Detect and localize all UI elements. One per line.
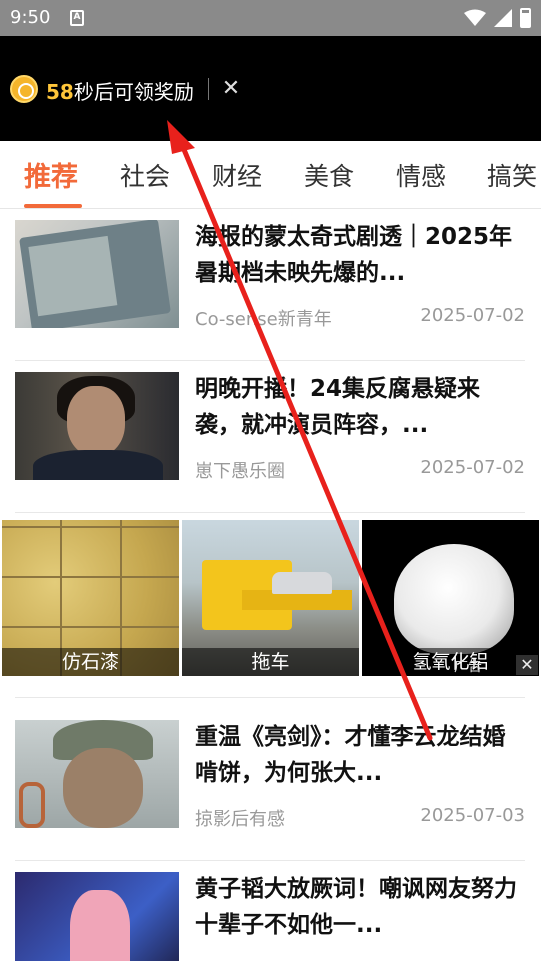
- category-tabs: 推荐 社会 财经 美食 情感 搞笑: [0, 141, 541, 209]
- article-title: 海报的蒙太奇式剧透｜2025年暑期档未映先爆的...: [195, 224, 513, 286]
- tab-recommend[interactable]: 推荐: [24, 155, 78, 194]
- close-icon[interactable]: ✕: [219, 77, 243, 101]
- notification-icon: A: [70, 10, 84, 26]
- article-title: 明晚开播！24集反腐悬疑来袭，就冲演员阵容，...: [195, 376, 481, 438]
- ad-caption: 仿石漆: [2, 648, 179, 676]
- reward-label: 秒后可领奖励: [73, 80, 194, 104]
- reward-seconds: 58: [46, 80, 74, 104]
- article-date: 2025-07-02: [420, 305, 525, 326]
- signal-icon: [494, 9, 512, 27]
- list-item[interactable]: 重温《亮剑》：才懂李云龙结婚啃饼，为何张大... 掠影后有感 2025-07-0…: [0, 709, 541, 861]
- wifi-icon: [464, 9, 486, 26]
- article-source: 崽下愚乐圈: [195, 461, 285, 482]
- ad-caption: 拖车: [182, 648, 359, 676]
- reward-countdown-text: 58秒后可领奖励: [46, 76, 194, 105]
- coin-icon: [10, 75, 38, 103]
- list-item[interactable]: 黄子韬大放厥词！嘲讽网友努力十辈子不如他一...: [0, 861, 541, 961]
- list-item[interactable]: 海报的蒙太奇式剧透｜2025年暑期档未映先爆的... Co-sense新青年 2…: [0, 209, 541, 361]
- article-source: 掠影后有感: [195, 809, 285, 830]
- status-bar: 9:50 A: [0, 0, 541, 36]
- tab-emotion[interactable]: 情感: [396, 157, 446, 193]
- ad-banner[interactable]: 仿石漆 拖车 氢氧化铝: [0, 518, 541, 678]
- tab-funny[interactable]: 搞笑: [487, 157, 537, 193]
- article-source: Co-sense新青年: [195, 309, 332, 330]
- ad-label: 广告: [454, 659, 482, 675]
- divider: [15, 512, 525, 513]
- article-title: 重温《亮剑》：才懂李云龙结婚啃饼，为何张大...: [195, 724, 506, 786]
- divider: [15, 697, 525, 698]
- battery-icon: [520, 8, 531, 28]
- ad-close-icon[interactable]: ✕: [516, 655, 538, 675]
- article-thumbnail: [15, 372, 179, 480]
- ad-item[interactable]: 氢氧化铝: [362, 520, 539, 676]
- active-tab-indicator: [24, 204, 82, 208]
- tab-food[interactable]: 美食: [304, 157, 354, 193]
- article-thumbnail: [15, 872, 179, 961]
- ad-caption: 氢氧化铝: [362, 648, 539, 676]
- tab-finance[interactable]: 财经: [212, 157, 262, 193]
- article-title: 黄子韬大放厥词！嘲讽网友努力十辈子不如他一...: [195, 876, 517, 938]
- article-date: 2025-07-03: [420, 805, 525, 826]
- status-time: 9:50: [10, 7, 51, 28]
- article-thumbnail: [15, 220, 179, 328]
- list-item[interactable]: 明晚开播！24集反腐悬疑来袭，就冲演员阵容，... 崽下愚乐圈 2025-07-…: [0, 361, 541, 513]
- ad-item[interactable]: 仿石漆: [2, 520, 179, 676]
- reward-ad-bar: 58秒后可领奖励 ✕: [0, 36, 541, 141]
- divider: [208, 78, 209, 100]
- ad-item[interactable]: 拖车: [182, 520, 359, 676]
- tab-society[interactable]: 社会: [120, 157, 170, 193]
- article-date: 2025-07-02: [420, 457, 525, 478]
- article-thumbnail: [15, 720, 179, 828]
